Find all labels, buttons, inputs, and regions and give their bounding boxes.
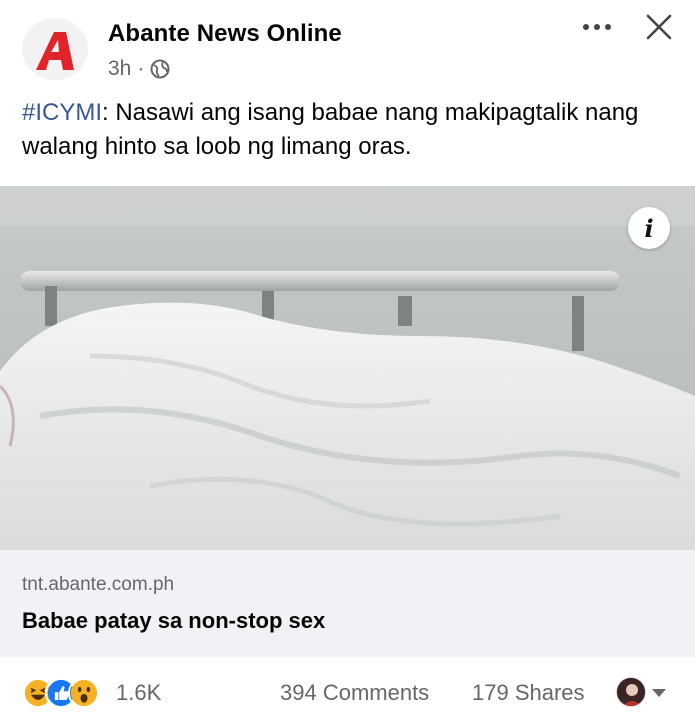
covered-body-photo: [0, 186, 695, 550]
post-caption: #ICYMI: Nasawi ang isang babae nang maki…: [22, 96, 672, 164]
viewer-avatar[interactable]: [616, 677, 646, 707]
meta-separator: ·: [137, 57, 145, 80]
audience-dropdown-icon[interactable]: [652, 689, 666, 697]
page-name-link[interactable]: Abante News Online: [108, 20, 342, 48]
dot-icon: [583, 24, 589, 30]
link-title[interactable]: Babae patay sa non-stop sex: [22, 608, 325, 634]
post-meta: 3h ·: [108, 57, 170, 81]
post-header: A Abante News Online 3h ·: [0, 0, 695, 92]
post-image[interactable]: [0, 186, 695, 550]
dot-icon: [605, 24, 611, 30]
abante-logo-icon: A: [36, 32, 74, 70]
close-icon[interactable]: [644, 12, 674, 42]
shares-count-link[interactable]: 179 Shares: [472, 680, 585, 706]
wow-icon: [68, 677, 100, 709]
link-domain: tnt.abante.com.ph: [22, 574, 175, 595]
hashtag-link[interactable]: #ICYMI: [22, 99, 102, 126]
link-preview-card[interactable]: [0, 550, 695, 657]
page-avatar[interactable]: A: [22, 18, 88, 80]
dot-icon: [594, 24, 600, 30]
globe-icon[interactable]: [150, 59, 170, 79]
comments-count-link[interactable]: 394 Comments: [280, 680, 429, 706]
reaction-count[interactable]: 1.6K: [116, 680, 161, 706]
info-icon[interactable]: i: [628, 207, 670, 249]
post-time[interactable]: 3h: [108, 57, 131, 81]
more-options-button[interactable]: [580, 16, 614, 38]
reactions-summary[interactable]: [22, 675, 100, 711]
caption-text: : Nasawi ang isang babae nang makipagtal…: [22, 99, 639, 160]
